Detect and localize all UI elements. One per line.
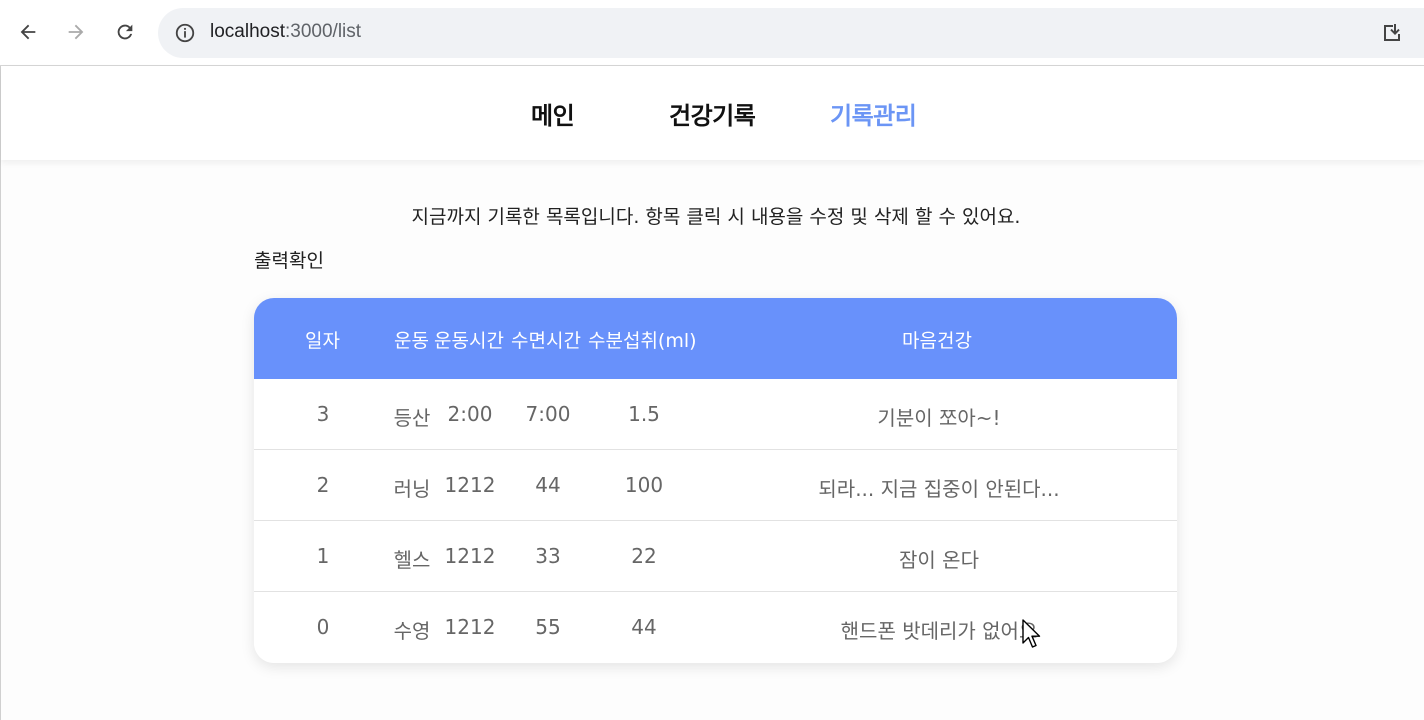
cell-mind-health: 핸드폰 밧데리가 없어요 <box>840 619 1038 643</box>
table-row[interactable]: 1 헬스 1212 33 22 잠이 온다 <box>254 521 1177 592</box>
cell-date: 2 <box>316 473 330 497</box>
page: 메인 건강기록 기록관리 지금까지 기록한 목록입니다. 항목 클릭 시 내용을… <box>0 66 1424 720</box>
cell-sleep-time: 55 <box>535 615 561 639</box>
cell-water-intake: 44 <box>631 615 657 639</box>
cell-water-intake: 100 <box>624 473 664 497</box>
mouse-cursor-icon <box>1022 619 1041 648</box>
forward-arrow-icon[interactable] <box>58 14 94 50</box>
cell-date: 1 <box>316 544 330 568</box>
header-exercise-time: 운동시간 <box>434 330 504 352</box>
url-host: localhost <box>210 21 285 42</box>
header-date: 일자 <box>305 330 340 352</box>
cell-date: 3 <box>316 402 330 426</box>
info-icon[interactable] <box>174 22 196 44</box>
address-bar[interactable]: localhost:3000/list <box>158 8 1424 58</box>
header-exercise: 운동 <box>394 330 429 352</box>
top-nav: 메인 건강기록 기록관리 <box>1 66 1424 160</box>
install-app-icon[interactable] <box>1380 21 1404 45</box>
cell-sleep-time: 44 <box>535 473 561 497</box>
cell-water-intake: 22 <box>631 544 657 568</box>
header-water-intake: 수분섭취(ml) <box>588 330 697 352</box>
url-path: :3000/list <box>285 21 362 42</box>
records-table: 일자 운동 운동시간 수면시간 수분섭취(ml) 마음건강 3 등산 2:00 … <box>254 298 1177 663</box>
cell-exercise-time: 1212 <box>444 473 496 497</box>
nav-item-record-manage[interactable]: 기록관리 <box>830 96 917 131</box>
nav-item-main[interactable]: 메인 <box>531 96 575 131</box>
header-mind-health: 마음건강 <box>902 330 972 352</box>
back-arrow-icon[interactable] <box>10 14 46 50</box>
cell-sleep-time: 7:00 <box>525 402 571 426</box>
cell-exercise-time: 1212 <box>444 615 496 639</box>
cell-exercise: 수영 <box>393 619 431 643</box>
cell-exercise: 러닝 <box>393 477 431 501</box>
cell-exercise-time: 2:00 <box>447 402 493 426</box>
cell-exercise: 등산 <box>393 406 431 430</box>
cell-water-intake: 1.5 <box>628 402 660 426</box>
page-description: 지금까지 기록한 목록입니다. 항목 클릭 시 내용을 수정 및 삭제 할 수 … <box>411 206 1021 228</box>
header-sleep-time: 수면시간 <box>511 330 581 352</box>
table-row[interactable]: 2 러닝 1212 44 100 되라... 지금 집중이 안된다... <box>254 450 1177 521</box>
cell-mind-health: 기분이 쪼아~! <box>877 406 1001 430</box>
cell-exercise-time: 1212 <box>444 544 496 568</box>
cell-date: 0 <box>316 615 330 639</box>
cell-exercise: 헬스 <box>393 548 431 572</box>
print-check-label: 출력확인 <box>254 250 324 272</box>
reload-icon[interactable] <box>107 14 143 50</box>
nav-item-health-record[interactable]: 건강기록 <box>669 96 756 131</box>
table-header: 일자 운동 운동시간 수면시간 수분섭취(ml) 마음건강 <box>254 298 1177 379</box>
url-text[interactable]: localhost:3000/list <box>210 21 361 43</box>
cell-mind-health: 잠이 온다 <box>899 548 979 572</box>
table-row[interactable]: 3 등산 2:00 7:00 1.5 기분이 쪼아~! <box>254 379 1177 450</box>
cell-mind-health: 되라... 지금 집중이 안된다... <box>818 477 1060 501</box>
cell-sleep-time: 33 <box>535 544 561 568</box>
browser-toolbar: localhost:3000/list <box>0 0 1424 66</box>
